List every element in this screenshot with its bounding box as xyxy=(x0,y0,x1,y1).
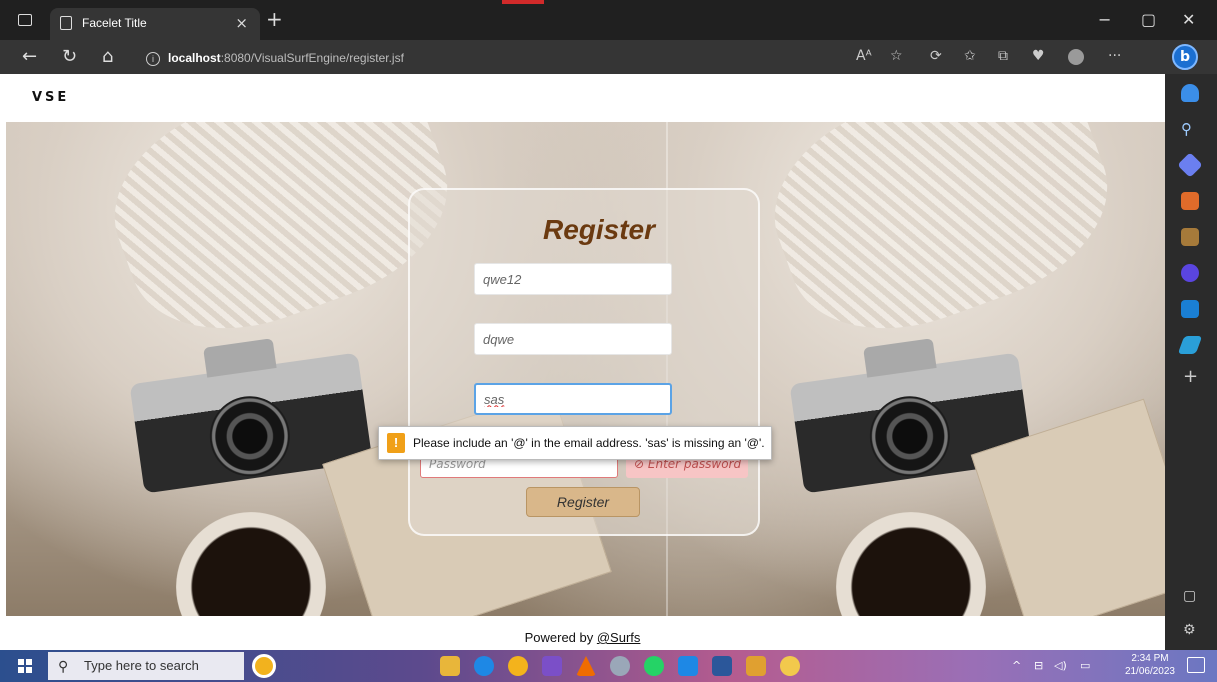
url-host: localhost xyxy=(168,51,221,65)
browser-address-bar: ← ↻ ⌂ i localhost:8080/VisualSurfEngine/r… xyxy=(0,40,1217,74)
notifications-icon[interactable] xyxy=(1187,657,1205,673)
username-input[interactable] xyxy=(474,263,672,295)
new-tab-button[interactable]: + xyxy=(266,7,283,31)
collections-icon[interactable]: ⧉ xyxy=(998,48,1008,64)
edge-icon[interactable] xyxy=(474,656,494,676)
vscode-icon[interactable] xyxy=(678,656,698,676)
back-arrow-icon[interactable]: ← xyxy=(22,46,37,67)
close-window-button[interactable]: ✕ xyxy=(1182,10,1195,29)
app-icon[interactable] xyxy=(610,656,630,676)
word-icon[interactable] xyxy=(712,656,732,676)
search-placeholder: Type here to search xyxy=(84,658,199,673)
shopping-tag-icon[interactable] xyxy=(1177,152,1203,178)
windows-taskbar: ⚲ Type here to search ^ ⊟ ◁) ▭ 2:34 PM 21… xyxy=(0,650,1217,682)
visual-studio-icon[interactable] xyxy=(542,656,562,676)
volume-icon[interactable]: ◁) xyxy=(1054,659,1067,672)
profile-avatar[interactable] xyxy=(1068,49,1084,65)
register-button[interactable]: Register xyxy=(526,487,640,517)
favorite-star-icon[interactable]: ☆ xyxy=(890,48,903,64)
windows-start-icon[interactable] xyxy=(18,659,32,673)
coffee-cup-decoration xyxy=(836,512,986,616)
tab-title: Facelet Title xyxy=(82,16,147,30)
tray-arrow-icon[interactable]: ^ xyxy=(1012,659,1021,672)
footer-text: Powered by xyxy=(524,630,597,645)
restore-button[interactable]: ▢ xyxy=(1141,10,1156,29)
settings-gear-icon[interactable]: ⚙ xyxy=(1183,622,1196,638)
bell-icon[interactable] xyxy=(1181,84,1199,102)
site-info-icon[interactable]: i xyxy=(146,51,160,66)
search-icon: ⚲ xyxy=(58,658,69,674)
url-path: :8080/VisualSurfEngine/register.jsf xyxy=(220,51,404,65)
tab-close-icon[interactable]: × xyxy=(235,14,248,32)
minimize-button[interactable]: − xyxy=(1098,10,1111,29)
home-icon[interactable]: ⌂ xyxy=(102,46,113,67)
validation-message: Please include an '@' in the email addre… xyxy=(413,436,765,450)
url-field[interactable]: i localhost:8080/VisualSurfEngine/registe… xyxy=(146,47,826,69)
tab-actions-icon[interactable] xyxy=(18,14,32,26)
clock[interactable]: 2:34 PM 21/06/2023 xyxy=(1125,652,1175,678)
refresh-icon[interactable]: ↻ xyxy=(62,46,77,67)
outlook-icon[interactable] xyxy=(1181,300,1199,318)
file-explorer-icon[interactable] xyxy=(440,656,460,676)
split-screen-icon[interactable]: ▢ xyxy=(1183,588,1196,604)
extensions-icon[interactable]: ⟳ xyxy=(930,48,942,64)
recording-indicator xyxy=(502,0,544,4)
edge-sidebar: ⚲ + ▢ ⚙ xyxy=(1165,74,1217,650)
whatsapp-icon[interactable] xyxy=(644,656,664,676)
browser-essentials-icon[interactable]: ♥ xyxy=(1032,48,1045,64)
page-icon xyxy=(60,16,72,30)
drop-icon[interactable] xyxy=(1177,336,1203,354)
weather-icon[interactable] xyxy=(252,654,276,678)
page-footer: Powered by @Surfs xyxy=(0,630,1165,645)
register-heading: Register xyxy=(542,214,656,245)
network-icon[interactable]: ⊟ xyxy=(1034,659,1043,672)
favorites-list-icon[interactable]: ✩ xyxy=(964,48,976,64)
surfs-link[interactable]: @Surfs xyxy=(597,630,641,645)
tools-briefcase-icon[interactable] xyxy=(1181,192,1199,210)
site-logo[interactable]: VSE xyxy=(32,90,69,105)
warning-icon: ! xyxy=(387,433,405,453)
name-input[interactable] xyxy=(474,323,672,355)
add-sidebar-app-icon[interactable]: + xyxy=(1183,366,1198,387)
more-options-icon[interactable]: ··· xyxy=(1108,48,1121,64)
office-icon[interactable] xyxy=(746,656,766,676)
chrome-icon[interactable] xyxy=(508,656,528,676)
taskbar-search-box[interactable]: ⚲ Type here to search xyxy=(48,652,244,680)
tab-facelet-title[interactable]: Facelet Title × xyxy=(50,8,260,40)
email-validation-tooltip: ! Please include an '@' in the email add… xyxy=(378,426,772,460)
browser-tab-bar: Facelet Title × + − ▢ ✕ xyxy=(0,0,1217,40)
coffee-cup-decoration xyxy=(176,512,326,616)
read-aloud-icon[interactable]: Aᴬ xyxy=(856,48,872,64)
battery-icon[interactable]: ▭ xyxy=(1080,659,1090,672)
register-card: Register xyxy=(408,188,760,536)
microsoft-365-icon[interactable] xyxy=(1181,264,1199,282)
games-icon[interactable] xyxy=(1181,228,1199,246)
search-icon[interactable]: ⚲ xyxy=(1181,120,1199,138)
email-input[interactable] xyxy=(474,383,672,415)
vlc-icon[interactable] xyxy=(576,656,596,676)
bing-copilot-icon[interactable]: b xyxy=(1172,44,1198,70)
knit-sweater-decoration xyxy=(748,122,1134,362)
clock-date: 21/06/2023 xyxy=(1124,666,1175,677)
clock-time: 2:34 PM xyxy=(1131,653,1169,664)
app-icon[interactable] xyxy=(780,656,800,676)
